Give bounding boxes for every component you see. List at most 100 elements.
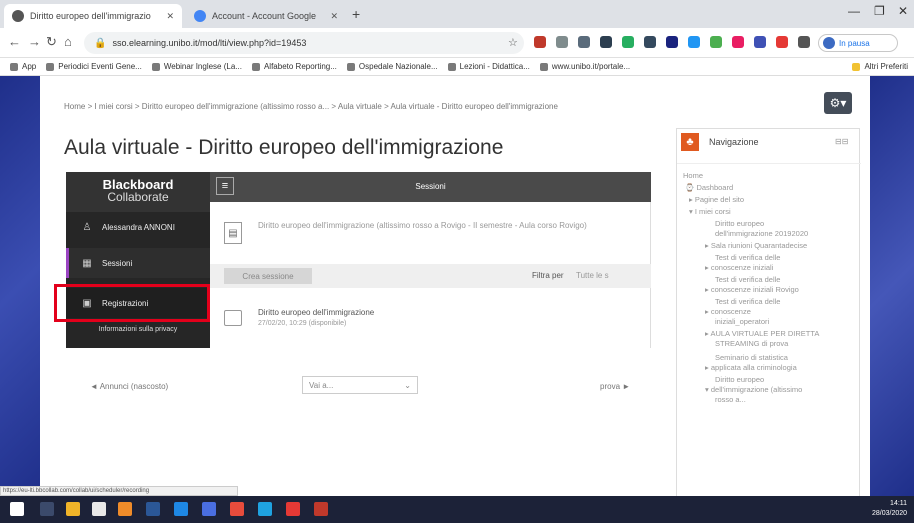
nav-item[interactable]: ▾ dell'immigrazione (altissimo [705, 385, 802, 395]
close-tab-icon[interactable]: ✕ [158, 11, 174, 22]
recording-title[interactable]: Diritto europeo dell'immigrazione [258, 308, 374, 317]
next-activity-link[interactable]: prova ► [600, 382, 630, 391]
browser-tab[interactable]: Account - Account Google ✕ [186, 4, 346, 28]
extension-icon[interactable] [578, 36, 590, 48]
nav-item[interactable]: dell'immigrazione 20192020 [715, 229, 808, 239]
privacy-link[interactable]: Informazioni sulla privacy [66, 326, 210, 333]
sidebar-item-sessions[interactable]: ▦ Sessioni [66, 248, 210, 278]
nav-item[interactable]: STREAMING di prova [715, 339, 788, 349]
bookmark-item[interactable]: App [10, 62, 36, 71]
extension-icon[interactable] [688, 36, 700, 48]
extension-icon[interactable] [534, 36, 546, 48]
previous-activity-link[interactable]: ◄ Annunci (nascosto) [90, 382, 168, 391]
nav-item[interactable]: Diritto europeo [715, 219, 764, 229]
puzzle-icon[interactable] [798, 36, 810, 48]
app-icon[interactable] [202, 502, 216, 516]
collapse-icon[interactable]: ⊟⊟ [835, 137, 848, 146]
bookmark-item[interactable]: www.unibo.it/portale... [539, 62, 630, 71]
nav-item[interactable]: ▸ conoscenze [705, 307, 751, 317]
back-arrow-icon[interactable]: ← [8, 34, 21, 49]
home-icon[interactable]: ⌂ [64, 34, 72, 49]
other-bookmarks[interactable]: Altri Preferiti [852, 62, 908, 71]
browser-tab-active[interactable]: Diritto europeo dell'immigrazio ✕ [4, 4, 182, 28]
nav-item[interactable]: ▸ conoscenze iniziali [705, 263, 773, 273]
close-window-icon[interactable]: ✕ [898, 4, 908, 18]
nav-item[interactable]: ▾ I miei corsi [689, 207, 731, 217]
bookmark-icon [151, 62, 160, 71]
calendar-icon: ▦ [82, 257, 92, 269]
bookmark-icon [447, 62, 456, 71]
nav-item[interactable]: Diritto europeo [715, 375, 764, 385]
nav-item[interactable]: ▸ conoscenze iniziali Rovigo [705, 285, 799, 295]
extension-icon[interactable] [754, 36, 766, 48]
minimize-icon[interactable]: — [848, 4, 860, 18]
nav-item[interactable]: Test di verifica delle [715, 253, 780, 263]
nav-item[interactable]: Test di verifica delle [715, 275, 780, 285]
sidebar-item-label: Sessioni [102, 258, 133, 268]
nav-item[interactable]: iniziali_operatori [715, 317, 769, 327]
nav-item[interactable]: Seminario di statistica [715, 353, 788, 363]
maximize-icon[interactable]: ❐ [874, 4, 885, 18]
extension-icon[interactable] [556, 36, 568, 48]
folder-icon [852, 62, 861, 71]
acrobat-icon[interactable] [286, 502, 300, 516]
nav-item[interactable]: ▸ applicata alla criminologia [705, 363, 797, 373]
apps-icon [10, 62, 18, 71]
google-favicon-icon [194, 10, 206, 22]
nav-item[interactable]: ▸ AULA VIRTUALE PER DIRETTA [705, 329, 819, 339]
extension-icon[interactable] [710, 36, 722, 48]
nav-item-label: conoscenze [710, 307, 751, 316]
extension-icon[interactable] [644, 36, 656, 48]
bookmark-label: Webinar Inglese (La... [163, 62, 242, 71]
word-icon[interactable] [146, 502, 160, 516]
extension-icon[interactable] [666, 36, 678, 48]
new-tab-button[interactable]: + [352, 6, 360, 22]
extension-icon[interactable] [622, 36, 634, 48]
create-session-button[interactable]: Crea sessione [224, 268, 312, 284]
app-icon[interactable] [118, 502, 132, 516]
windows-start-icon[interactable] [10, 502, 24, 516]
bookmark-item[interactable]: Periodici Eventi Gene... [46, 62, 142, 71]
select-value: Vai a... [309, 380, 334, 390]
app-icon[interactable] [314, 502, 328, 516]
session-icon [224, 310, 242, 326]
bookmark-item[interactable]: Alfabeto Reporting... [251, 62, 337, 71]
address-bar[interactable]: 🔒 sso.elearning.unibo.it/mod/lti/view.ph… [84, 32, 524, 54]
app-icon[interactable] [230, 502, 244, 516]
app-icon[interactable] [174, 502, 188, 516]
nav-item[interactable]: Home [683, 171, 703, 181]
url-text: sso.elearning.unibo.it/mod/lti/view.php?… [112, 38, 307, 48]
nav-item[interactable]: rosso a... [715, 395, 746, 405]
forward-arrow-icon[interactable]: → [28, 34, 41, 49]
file-explorer-icon[interactable] [66, 502, 80, 516]
tab-title: Account - Account Google [212, 11, 317, 21]
close-tab-icon[interactable]: ✕ [322, 11, 338, 22]
task-view-icon[interactable] [40, 502, 54, 516]
user-icon: ♙ [82, 221, 92, 233]
gear-icon[interactable]: ⚙▾ [824, 92, 852, 114]
edge-icon[interactable] [258, 502, 272, 516]
store-icon[interactable] [92, 502, 106, 516]
bookmark-item[interactable]: Webinar Inglese (La... [151, 62, 242, 71]
bookmark-icon [46, 62, 55, 71]
jump-to-select[interactable]: Vai a... ⌄ [302, 376, 418, 394]
reload-icon[interactable]: ↻ [46, 34, 57, 50]
header-title: Sessioni [415, 182, 446, 191]
nav-item-label: I miei corsi [694, 207, 731, 216]
extension-icon[interactable] [776, 36, 788, 48]
profile-button[interactable]: In pausa [818, 34, 898, 52]
bookmark-item[interactable]: Lezioni - Didattica... [447, 62, 530, 71]
nav-item-label: Sala riunioni Quarantadecise [710, 241, 808, 250]
nav-item[interactable]: ▸ Sala riunioni Quarantadecise [705, 241, 807, 251]
filter-dropdown[interactable]: Tutte le s [576, 271, 609, 280]
nav-item[interactable]: ⌚ Dashboard [685, 183, 733, 193]
sidebar-item-user[interactable]: ♙ Alessandra ANNONI [66, 212, 210, 242]
extension-icon[interactable] [732, 36, 744, 48]
nav-item[interactable]: ▸ Pagine del sito [689, 195, 744, 205]
taskbar-clock[interactable]: 14:11 28/03/2020 [872, 499, 907, 519]
extension-icon[interactable] [600, 36, 612, 48]
breadcrumb[interactable]: Home > I miei corsi > Diritto europeo de… [64, 102, 684, 111]
bookmark-item[interactable]: Ospedale Nazionale... [346, 62, 438, 71]
star-icon[interactable]: ☆ [508, 36, 518, 49]
nav-item[interactable]: Test di verifica delle [715, 297, 780, 307]
